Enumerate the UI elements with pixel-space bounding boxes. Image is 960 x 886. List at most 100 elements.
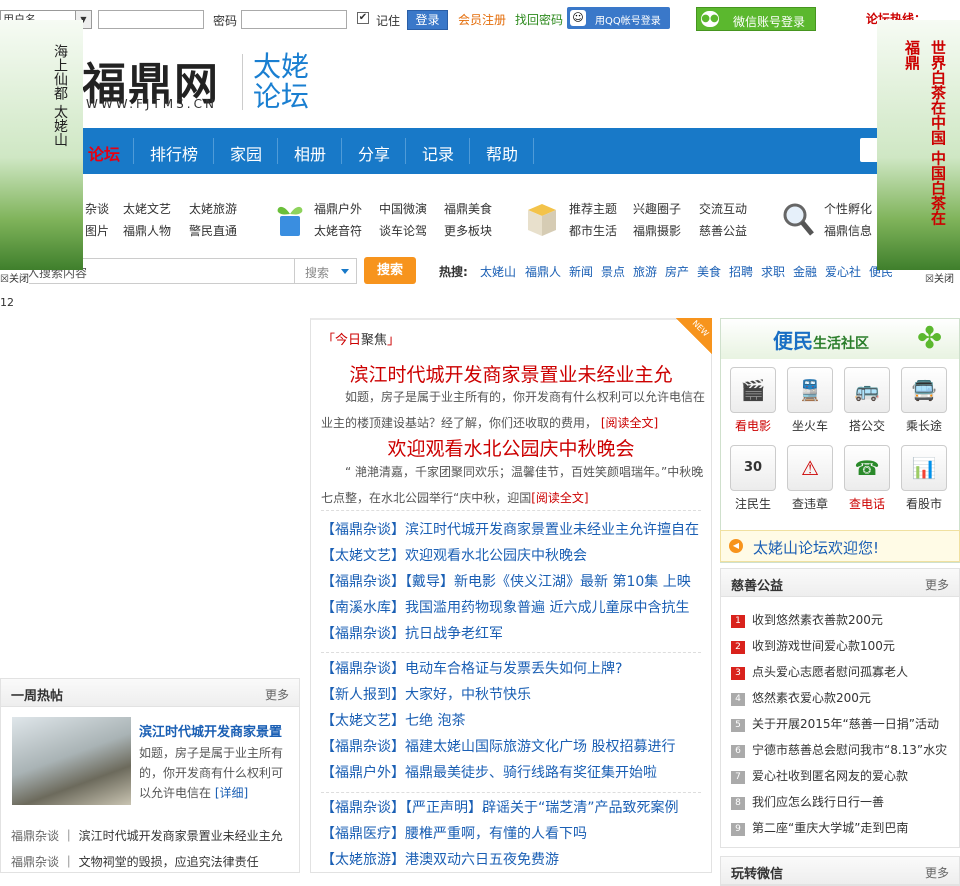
post-thumbnail[interactable] [12,717,131,805]
hot-search-link[interactable]: 求职 [761,263,785,280]
service-label[interactable]: 搭公交 [837,417,897,434]
phone-icon[interactable]: ☎ [844,445,890,491]
subnav-link[interactable]: 推荐主题 [569,200,617,217]
news-item[interactable]: 【福鼎杂谈】【严正声明】辟谣关于“瑞芝清”产品致死案例 [321,795,711,821]
wechat-login-button[interactable]: ●● 微信账号登录 [696,7,816,31]
subnav-link[interactable]: 福鼎人物 [123,222,171,239]
read-more-link[interactable]: [阅读全文] [531,491,588,505]
list-item[interactable]: 4 悠然素衣爱心款200元 [731,689,956,706]
hot-search-link[interactable]: 新闻 [569,263,593,280]
news-item[interactable]: 【福鼎杂谈】【戴导】新电影《侠义江湖》最新 第10集 上映 [321,569,711,595]
list-item[interactable]: 2 收到游戏世间爱心款100元 [731,637,956,654]
list-item[interactable]: 9 第二座“重庆大学城”走到巴南 [731,819,956,836]
subnav-link[interactable]: 兴趣圈子 [633,200,681,217]
subnav-link[interactable]: 太姥音符 [314,222,362,239]
right-ad-close[interactable]: ☒关闭 [925,270,954,285]
subnav-link[interactable]: 图片 [85,222,109,239]
list-item[interactable]: 7 爱心社收到匿名网友的爱心款 [731,767,956,784]
list-item[interactable]: 8 我们应怎么践行日行一善 [731,793,956,810]
left-ad-close[interactable]: ☒关闭 [0,270,29,285]
nav-item-forum[interactable]: 论坛 [88,141,120,165]
more-link[interactable]: 更多 [265,686,289,703]
remember-checkbox[interactable]: ✔ [357,12,369,24]
bus-icon[interactable]: 🚌 [844,367,890,413]
detail-link[interactable]: [详细] [215,786,248,800]
find-password-link[interactable]: 找回密码 [515,11,563,28]
subnav-link[interactable]: 慈善公益 [699,222,747,239]
search-type-select[interactable]: 搜索 [295,258,357,284]
list-item[interactable]: 3 点头爱心志愿者慰问孤寡老人 [731,663,956,680]
service-label[interactable]: 查违章 [780,495,840,512]
subnav-link[interactable]: 太姥旅游 [189,200,237,217]
subnav-link[interactable]: 福鼎美食 [444,200,492,217]
warning-icon[interactable]: ⚠ [787,445,833,491]
stock-chart-icon[interactable]: 📊 [901,445,947,491]
headline-1[interactable]: 滨江时代城开发商家景置业未经业主允 [311,360,711,387]
service-label[interactable]: 坐火车 [780,417,840,434]
news-item[interactable]: 【福鼎户外】福鼎最美徒步、骑行线路有奖征集开始啦 [321,760,711,786]
nav-item-home[interactable]: 家园 [230,141,262,165]
nav-item-ranking[interactable]: 排行榜 [150,141,198,165]
list-item[interactable]: 福鼎杂谈 ｜ 文物祠堂的毁损，应追究法律责任 [11,853,259,870]
news-item[interactable]: 【新人报到】大家好，中秋节快乐 [321,682,711,708]
subnav-link[interactable]: 太姥文艺 [123,200,171,217]
read-more-link[interactable]: [阅读全文] [601,416,658,430]
nav-item-album[interactable]: 相册 [294,141,326,165]
news-item[interactable]: 【南溪水库】我国滥用药物现象普遍 近六成儿童尿中含抗生 [321,595,711,621]
subnav-link[interactable]: 交流互动 [699,200,747,217]
news-item[interactable]: 【太姥旅游】港澳双动六日五夜免费游 [321,847,711,873]
search-button[interactable]: 搜索 [364,257,416,284]
film-icon[interactable]: 🎬 [730,367,776,413]
left-side-ad[interactable]: 海上仙都 太姥山 [0,20,83,270]
site-logo[interactable]: 福鼎网 WWW.FJTMS.CN 太姥论坛 [82,50,332,120]
news-item[interactable]: 【福鼎杂谈】滨江时代城开发商家景置业未经业主允许擅自在 [321,517,711,543]
headline-2[interactable]: 欢迎观看水北公园庆中秋晚会 [311,434,711,461]
subnav-link[interactable]: 谈车论驾 [379,222,427,239]
service-label[interactable]: 查电话 [837,495,897,512]
subnav-link[interactable]: 都市生活 [569,222,617,239]
subnav-link[interactable]: 更多板块 [444,222,492,239]
password-input[interactable] [241,10,347,29]
more-link[interactable]: 更多 [925,576,949,593]
hot-search-link[interactable]: 福鼎人 [525,263,561,280]
nav-item-records[interactable]: 记录 [422,141,454,165]
nav-item-help[interactable]: 帮助 [486,141,518,165]
login-button[interactable]: 登录 [407,10,448,30]
list-item[interactable]: 5 关于开展2015年“慈善一日捐”活动 [731,715,956,732]
subnav-link[interactable]: 福鼎摄影 [633,222,681,239]
qq-login-button[interactable]: ☺ 用QQ帐号登录 [567,7,670,29]
train-icon[interactable]: 🚆 [787,367,833,413]
coach-icon[interactable]: 🚍 [901,367,947,413]
top-post-title[interactable]: 滨江时代城开发商家景置 [139,721,282,740]
subnav-link[interactable]: 警民直通 [189,222,237,239]
news-item[interactable]: 【福鼎杂谈】福建太姥山国际旅游文化广场 股权招募进行 [321,734,711,760]
subnav-link[interactable]: 杂谈 [85,200,109,217]
hot-search-link[interactable]: 房产 [665,263,689,280]
news-item[interactable]: 【太姥文艺】七绝 泡茶 [321,708,711,734]
list-item[interactable]: 福鼎杂谈 ｜ 滨江时代城开发商家景置业未经业主允 [11,827,283,844]
hot-search-link[interactable]: 招聘 [729,263,753,280]
subnav-link[interactable]: 福鼎信息 [824,222,872,239]
service-label[interactable]: 看电影 [723,417,783,434]
username-input[interactable] [98,10,204,29]
hot-search-link[interactable]: 美食 [697,263,721,280]
news-item[interactable]: 【福鼎医疗】腰椎严重啊，有懂的人看下吗 [321,821,711,847]
right-side-ad[interactable]: 世界白茶在中国 中国白茶在福鼎 [877,20,960,270]
subnav-link[interactable]: 中国微演 [379,200,427,217]
hot-search-link[interactable]: 景点 [601,263,625,280]
nav-item-share[interactable]: 分享 [358,141,390,165]
service-label[interactable]: 乘长途 [894,417,954,434]
service-label[interactable]: 看股市 [894,495,954,512]
news-item[interactable]: 【福鼎杂谈】抗日战争老红军 [321,621,711,647]
news-item[interactable]: 【福鼎杂谈】电动车合格证与发票丢失如何上牌? [321,656,711,682]
hot-search-link[interactable]: 爱心社 [825,263,861,280]
subnav-link[interactable]: 福鼎户外 [314,200,362,217]
hot-search-link[interactable]: 太姥山 [480,263,516,280]
list-item[interactable]: 6 宁德市慈善总会慰问我市“8.13”水灾 [731,741,956,758]
subnav-link[interactable]: 个性孵化 [824,200,872,217]
news-item[interactable]: 【太姥文艺】欢迎观看水北公园庆中秋晚会 [321,543,711,569]
calendar-icon[interactable]: 30 [730,445,776,491]
hot-search-link[interactable]: 金融 [793,263,817,280]
hot-search-link[interactable]: 旅游 [633,263,657,280]
service-label[interactable]: 注民生 [723,495,783,512]
